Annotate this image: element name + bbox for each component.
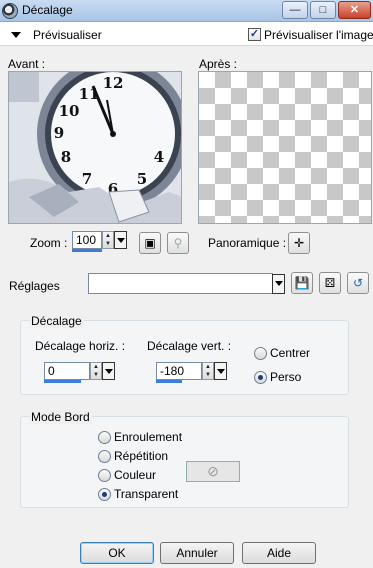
save-preset-icon[interactable]: 💾	[291, 272, 313, 294]
random-dice-icon[interactable]: ⚄	[319, 272, 341, 294]
zoom-actual-button[interactable]: ⚲	[167, 232, 189, 254]
presets-combobox[interactable]	[88, 273, 273, 294]
preview-image-label[interactable]: Prévisualiser l'image	[264, 28, 373, 42]
svg-text:10: 10	[59, 102, 80, 120]
svg-text:5: 5	[137, 170, 147, 188]
custom-radio[interactable]	[254, 371, 267, 384]
center-radio[interactable]	[254, 347, 267, 360]
maximize-button[interactable]: □	[310, 1, 336, 19]
vert-offset-slider[interactable]	[156, 380, 182, 383]
app-icon	[2, 3, 18, 19]
cancel-button[interactable]: Annuler	[160, 542, 234, 564]
zoom-input[interactable]: 100	[72, 231, 102, 249]
presets-label: Réglages	[9, 279, 60, 293]
transparent-radio-label[interactable]: Transparent	[114, 487, 178, 501]
center-radio-label[interactable]: Centrer	[270, 346, 310, 360]
window-title: Décalage	[22, 3, 73, 17]
horiz-offset-input[interactable]: 0	[44, 362, 90, 380]
transparent-radio[interactable]	[98, 488, 111, 501]
horiz-offset-slider[interactable]	[44, 380, 81, 383]
reset-icon[interactable]: ↺	[347, 272, 369, 294]
color-swatch[interactable]: ⊘	[186, 461, 240, 482]
horiz-offset-label: Décalage horiz. :	[35, 339, 126, 353]
no-symbol-icon: ⊘	[207, 463, 219, 479]
preview-image-checkbox[interactable]: ✓	[248, 28, 261, 41]
repeat-radio-label[interactable]: Répétition	[114, 449, 168, 463]
zoom-fit-button[interactable]: ▣	[139, 232, 161, 254]
svg-text:9: 9	[54, 124, 64, 142]
edge-mode-group	[20, 416, 349, 508]
vert-offset-input[interactable]: -180	[156, 362, 202, 380]
horiz-offset-dropdown[interactable]	[102, 362, 115, 380]
help-button[interactable]: Aide	[242, 542, 316, 564]
svg-text:8: 8	[61, 148, 71, 166]
edge-mode-group-label: Mode Bord	[29, 410, 92, 424]
pan-label: Panoramique :	[208, 236, 287, 250]
presets-dropdown-button[interactable]	[272, 274, 285, 294]
repeat-radio[interactable]	[98, 450, 111, 463]
vert-offset-dropdown[interactable]	[214, 362, 227, 380]
pan-button[interactable]: ✛	[288, 232, 310, 254]
custom-radio-label[interactable]: Perso	[270, 370, 301, 384]
after-label: Après :	[199, 57, 238, 71]
svg-text:4: 4	[154, 148, 164, 166]
vert-offset-label: Décalage vert. :	[147, 339, 232, 353]
wrap-radio-label[interactable]: Enroulement	[114, 430, 182, 444]
svg-text:12: 12	[103, 74, 124, 92]
minimize-button[interactable]: —	[282, 1, 308, 19]
clock-image: 12 11 10 9 8 7 6 5 4	[9, 72, 181, 223]
zoom-dropdown-button[interactable]	[114, 231, 127, 249]
zoom-spinner[interactable]: ▲ ▼	[102, 231, 114, 249]
before-preview[interactable]: 12 11 10 9 8 7 6 5 4	[8, 71, 182, 224]
preview-toggle-label[interactable]: Prévisualiser	[33, 28, 102, 42]
zoom-label: Zoom :	[30, 236, 68, 250]
collapse-triangle-icon[interactable]	[11, 32, 21, 38]
offset-group-label: Décalage	[29, 314, 84, 328]
color-radio[interactable]	[98, 469, 111, 482]
zoom-slider-track[interactable]	[72, 249, 102, 252]
wrap-radio[interactable]	[98, 431, 111, 444]
after-preview[interactable]	[198, 71, 372, 224]
ok-button[interactable]: OK	[80, 542, 154, 564]
close-button[interactable]: ✕	[338, 1, 371, 19]
vert-offset-spinner[interactable]: ▲ ▼	[202, 362, 214, 380]
horiz-offset-spinner[interactable]: ▲ ▼	[90, 362, 102, 380]
color-radio-label[interactable]: Couleur	[114, 468, 156, 482]
before-label: Avant :	[8, 57, 46, 71]
svg-text:7: 7	[82, 170, 92, 188]
